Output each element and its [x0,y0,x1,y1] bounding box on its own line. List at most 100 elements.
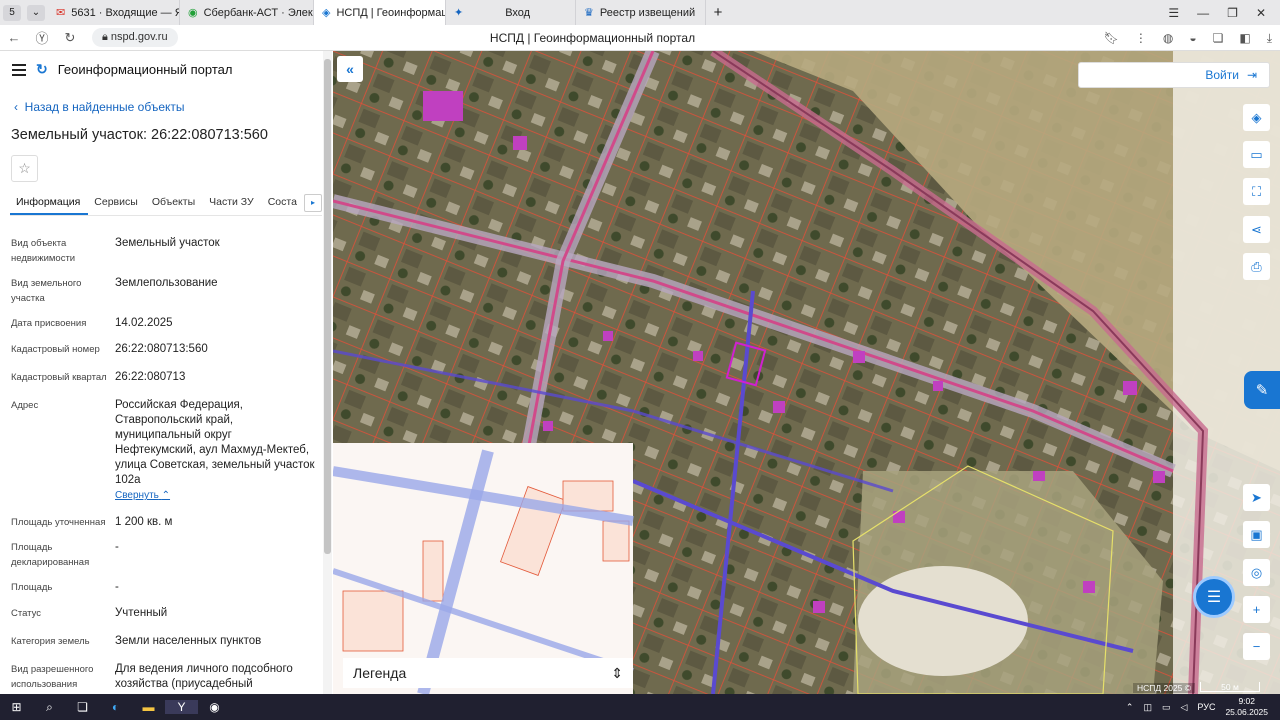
url-field[interactable]: 🔒︎ nspd.gov.ru [92,28,178,47]
windows-taskbar: ⊞ ⌕ ❏ ◐ ▬ Y ◉ ⌃ ◫ ▭ ◁ РУС 9:02 25.06.202… [0,694,1280,720]
language-indicator[interactable]: РУС [1197,702,1215,712]
app-icon[interactable]: ◉ [198,700,231,714]
tab-list-chevron-icon[interactable]: ⌄ [27,4,45,21]
window-controls: ☰ — ❐ ✕ [1168,0,1280,25]
zoom-out-button[interactable]: − [1243,633,1270,660]
bookmark-icon[interactable]: 🔖︎ [1104,31,1119,45]
geolocate-button[interactable]: ➤ [1243,484,1270,511]
prop-permitted-use: Вид разрешенного использования Для веден… [11,663,293,690]
tab-objects[interactable]: Объекты [146,191,203,215]
layers-button[interactable]: ◈ [1243,104,1270,131]
clock[interactable]: 9:02 25.06.2025 [1225,696,1268,718]
tab-counter[interactable]: 5 [3,4,21,21]
ruler-button[interactable]: ▭ [1243,141,1270,168]
address-value: Российская Федерация, Ставропольский кра… [115,399,315,486]
object-tabs: Информация Сервисы Объекты Части ЗУ Сост… [10,191,322,216]
chat-button[interactable]: ☰ [1193,576,1235,618]
network-icon[interactable]: ▭ [1162,702,1171,713]
double-chevron-left-icon: « [346,61,354,77]
windows-start-icon[interactable]: ⊞ [0,700,33,714]
prop-status: Статус Учтенный [11,607,168,619]
select-area-icon: ⛶ [1251,183,1262,199]
tab-services[interactable]: Сервисы [88,191,146,215]
search-icon[interactable]: ⌕ [33,700,66,715]
collections-icon[interactable]: ❏ [1213,31,1224,45]
feedback-icon: ✎ [1255,382,1269,399]
close-window-icon[interactable]: ✕ [1256,6,1266,20]
panel-scrollbar[interactable] [323,51,332,694]
minimap-icon: ▣ [1250,526,1263,542]
location-icon: ◎ [1250,564,1263,580]
legend-panel[interactable]: Легенда ⇕ [343,658,633,688]
tab-label: Реестр извещений [599,6,696,19]
download-icon[interactable]: ⤓ [1267,31,1272,46]
browser-tab-mail[interactable]: ✉ 5631 · Входящие — Яндекс [48,0,180,25]
print-icon: ⎙ [1251,258,1262,274]
hamburger-menu-icon[interactable] [12,63,26,76]
browser-tab-login[interactable]: ✦ Вход [446,0,576,25]
new-tab-icon[interactable]: + [706,4,730,21]
browser-tab-bar: 5 ⌄ ✉ 5631 · Входящие — Яндекс ◉ Сбербан… [0,0,1280,25]
login-icon: ⇥ [1246,68,1257,82]
tab-composition[interactable]: Соста [262,191,305,215]
back-arrow-icon[interactable]: ← [0,30,28,45]
yandex-icon[interactable]: Ⓨ [28,28,56,47]
mail-icon: ✉ [56,7,66,19]
collapse-link[interactable]: Свернуть ⌃ [115,488,315,503]
camera-icon[interactable]: ◫ [1143,702,1152,713]
satellite-map [333,51,1280,694]
browser-tab-nspd[interactable]: ◈ НСПД | Геоинформаци ✕ [314,0,446,25]
back-to-results-link[interactable]: ‹ Назад в найденные объекты [14,100,185,114]
chat-icon: ☰ [1206,589,1222,606]
minus-icon: − [1252,639,1261,654]
map-view[interactable] [333,51,1280,694]
scrollbar-thumb[interactable] [324,59,331,554]
select-area-button[interactable]: ⛶ [1243,178,1270,205]
shield-icon[interactable]: ◒ [1189,31,1196,45]
tabs-scroll-right-icon[interactable]: ▸ [304,194,322,212]
chevron-left-icon: ‹ [14,100,25,114]
minimize-icon[interactable]: — [1197,6,1209,20]
print-button[interactable]: ⎙ [1243,253,1270,280]
restore-icon[interactable]: ❐ [1227,6,1238,20]
portal-logo-icon: ↻ [36,61,48,77]
ruler-icon: ▭ [1250,146,1263,162]
feedback-side-button[interactable]: ✎ [1244,371,1280,409]
prop-area-specified: Площадь уточненная 1 200 кв. м [11,516,173,528]
task-view-icon[interactable]: ❏ [66,700,99,714]
tab-parts[interactable]: Части ЗУ [203,191,262,215]
prop-area: Площадь - [11,581,119,593]
browser-tab-sber[interactable]: ◉ Сбербанк-АСТ · Электро [180,0,314,25]
extension-icon[interactable]: ◍ [1163,31,1173,45]
reload-icon[interactable]: ↻ [56,30,84,46]
collapse-panel-button[interactable]: « [337,56,363,82]
prop-cadastral-number: Кадастровый номер 26:22:080713:560 [11,343,208,355]
profile-icon[interactable]: ◧ [1239,31,1250,45]
more-icon[interactable]: ⋮ [1135,31,1147,45]
gosuslugi-icon: ✦ [454,7,464,19]
chevron-up-icon[interactable]: ⌃ [1126,702,1134,713]
menu-icon[interactable]: ☰ [1168,6,1179,20]
volume-icon[interactable]: ◁ [1181,702,1188,713]
portal-header: ↻ Геоинформационный портал [12,61,232,78]
edge-icon[interactable]: ◐ [99,700,132,714]
favorite-star-icon[interactable]: ☆ [11,155,38,182]
file-explorer-icon[interactable]: ▬ [132,700,165,714]
prop-cadastral-quarter: Кадастровый квартал 26:22:080713 [11,371,186,383]
address-bar: ← Ⓨ ↻ 🔒︎ nspd.gov.ru НСПД | Геоинформаци… [0,25,1280,51]
yandex-browser-icon[interactable]: Y [165,700,198,714]
browser-tab-registry[interactable]: ♛ Реестр извещений [576,0,706,25]
share-button[interactable]: ⋖ [1243,216,1270,243]
navigation-arrow-icon: ➤ [1251,489,1262,505]
zoom-in-button[interactable]: + [1243,596,1270,623]
object-title: Земельный участок: 26:22:080713:560 [11,127,268,143]
tab-info[interactable]: Информация [10,191,89,215]
tab-label: Вход [505,6,531,19]
login-button[interactable]: Войти ⇥ [1078,62,1270,88]
minimap-button[interactable]: ▣ [1243,521,1270,548]
my-location-button[interactable]: ◎ [1243,559,1270,586]
share-icon: ⋖ [1251,221,1262,237]
prop-area-declared: Площадь декларированная - [11,541,119,568]
expand-collapse-icon[interactable]: ⇕ [611,665,623,682]
portal-name: Геоинформационный портал [57,62,233,77]
